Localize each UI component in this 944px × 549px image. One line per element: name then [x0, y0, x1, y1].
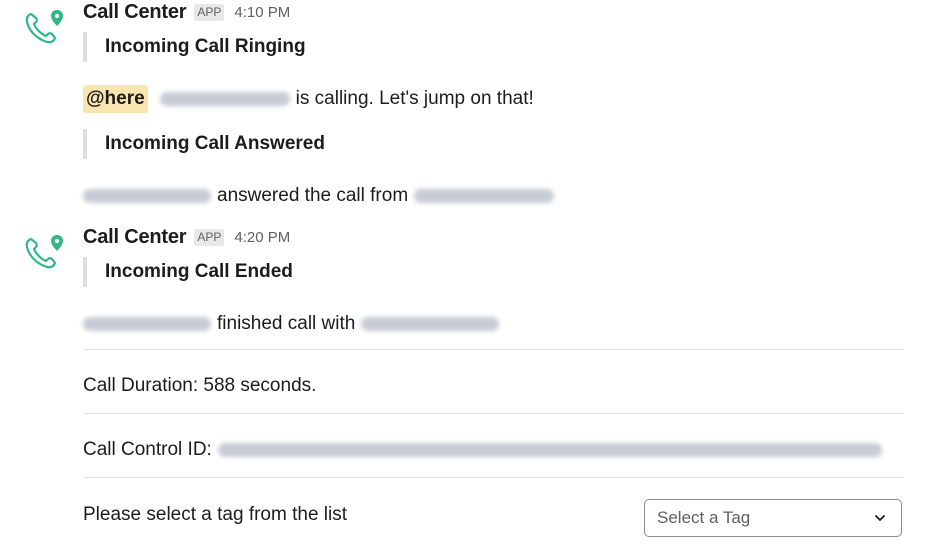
finished-text: finished call with	[217, 313, 356, 334]
tag-select-dropdown[interactable]: Select a Tag	[644, 499, 902, 537]
call-duration: Call Duration: 588 seconds.	[83, 372, 316, 400]
timestamp[interactable]: 4:20 PM	[234, 229, 290, 246]
ended-title: Incoming Call Ended	[83, 257, 293, 287]
timestamp[interactable]: 4:10 PM	[234, 4, 290, 21]
tag-prompt-text: Please select a tag from the list	[83, 504, 348, 525]
tag-prompt: Please select a tag from the list	[83, 501, 347, 529]
redacted-phone-number	[361, 317, 500, 331]
answered-title: Incoming Call Answered	[83, 129, 325, 159]
message-header: Call Center APP 4:10 PM	[83, 0, 290, 24]
redacted-phone-number	[159, 92, 290, 106]
redacted-phone-number	[414, 189, 555, 203]
answered-text: answered the call from	[217, 185, 409, 206]
redacted-agent-name	[83, 189, 211, 203]
sender-name[interactable]: Call Center	[83, 1, 187, 24]
chevron-down-icon	[875, 515, 885, 521]
phone-pin-icon	[25, 235, 63, 269]
redacted-agent-name	[83, 317, 211, 331]
message-header: Call Center APP 4:20 PM	[83, 225, 290, 249]
app-badge: APP	[194, 3, 225, 21]
call-control-id: Call Control ID:	[83, 436, 888, 464]
duration-text: Call Duration: 588 seconds.	[83, 375, 317, 396]
app-badge: APP	[194, 228, 225, 246]
calling-line: @here is calling. Let's jump on that!	[83, 85, 534, 113]
ringing-title: Incoming Call Ringing	[83, 32, 306, 62]
phone-pin-icon	[25, 10, 63, 44]
finished-line: finished call with	[83, 310, 505, 338]
divider	[83, 349, 904, 350]
sender-name[interactable]: Call Center	[83, 226, 187, 249]
calling-text: is calling. Let's jump on that!	[295, 88, 534, 109]
divider	[83, 477, 904, 478]
control-id-label: Call Control ID:	[83, 439, 212, 460]
tag-select-placeholder: Select a Tag	[657, 508, 751, 527]
redacted-control-id	[217, 443, 882, 457]
here-mention[interactable]: @here	[83, 85, 148, 113]
divider	[83, 413, 904, 414]
answered-line: answered the call from	[83, 182, 560, 210]
